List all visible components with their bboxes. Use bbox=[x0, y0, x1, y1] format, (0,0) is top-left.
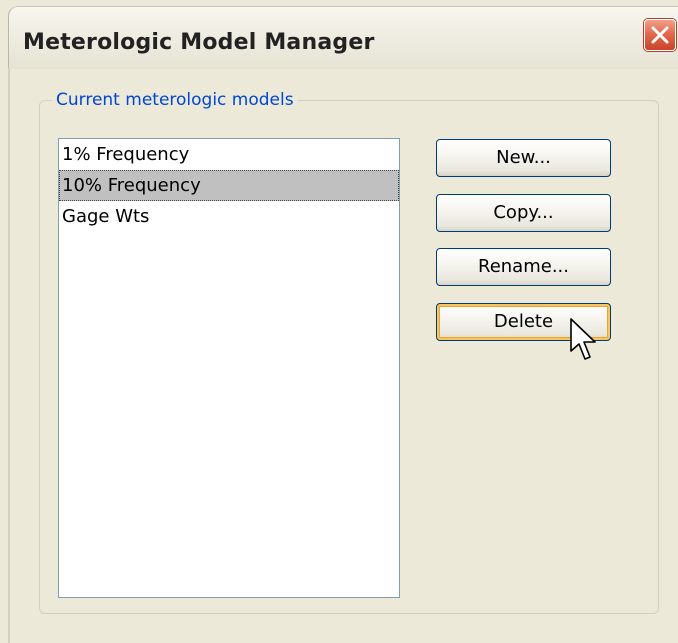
models-listbox[interactable]: 1% Frequency 10% Frequency Gage Wts bbox=[58, 138, 400, 598]
rename-button[interactable]: Rename... bbox=[436, 248, 611, 286]
list-item-1pct-frequency[interactable]: 1% Frequency bbox=[59, 139, 399, 170]
window-title: Meterologic Model Manager bbox=[23, 30, 375, 55]
list-item-gage-wts[interactable]: Gage Wts bbox=[59, 201, 399, 232]
title-bar[interactable]: Meterologic Model Manager bbox=[8, 6, 678, 69]
close-button[interactable] bbox=[644, 19, 676, 51]
dialog-window: Meterologic Model Manager Current metero… bbox=[0, 0, 678, 643]
copy-button[interactable]: Copy... bbox=[436, 194, 611, 232]
new-button[interactable]: New... bbox=[436, 139, 611, 177]
groupbox-label: Current meterologic models bbox=[52, 90, 298, 110]
delete-button[interactable]: Delete bbox=[436, 303, 611, 341]
window-frame-left bbox=[8, 68, 10, 643]
list-item-10pct-frequency[interactable]: 10% Frequency bbox=[59, 170, 399, 201]
